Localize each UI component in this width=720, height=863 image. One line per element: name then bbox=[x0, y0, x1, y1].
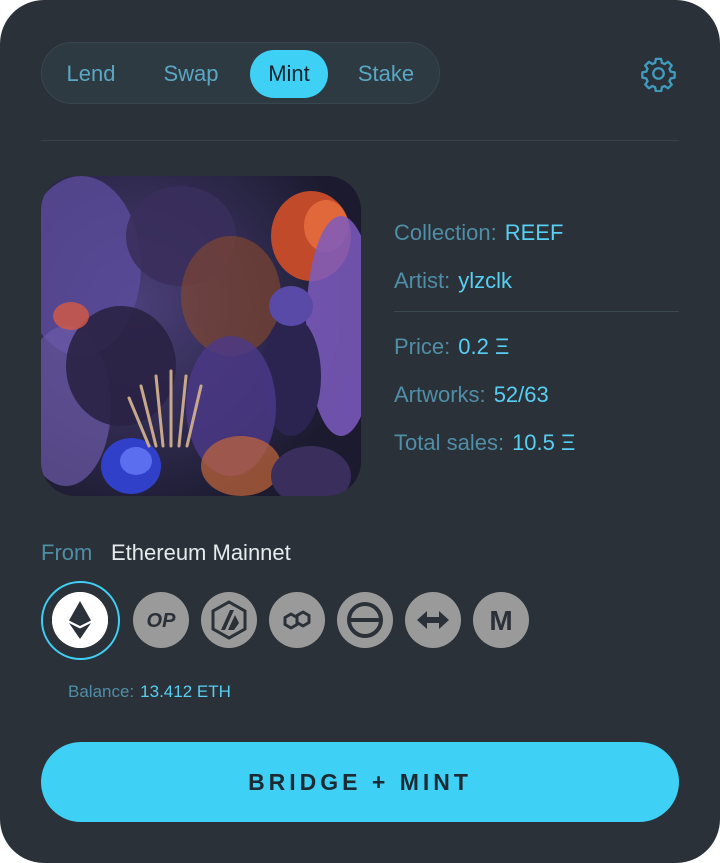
artist-value[interactable]: ylzclk bbox=[458, 268, 512, 293]
polygon-icon[interactable] bbox=[269, 592, 325, 648]
price-label: Price: bbox=[394, 334, 451, 359]
optimism-icon[interactable]: OP bbox=[133, 592, 189, 648]
optimism-label: OP bbox=[147, 610, 177, 632]
collection-label: Collection: bbox=[394, 220, 497, 245]
artist-label: Artist: bbox=[394, 268, 451, 293]
nft-artwork-image bbox=[41, 176, 361, 496]
artworks-value: 52/63 bbox=[493, 382, 549, 407]
total-sales-label: Total sales: bbox=[394, 430, 505, 455]
ethereum-icon[interactable] bbox=[52, 592, 108, 648]
artist-row: Artist: ylzclk bbox=[394, 268, 512, 294]
tab-mint[interactable]: Mint bbox=[250, 50, 328, 98]
arbitrum-icon[interactable] bbox=[201, 592, 257, 648]
balance-label: Balance: bbox=[68, 682, 135, 701]
tab-lend[interactable]: Lend bbox=[52, 50, 130, 98]
tab-stake[interactable]: Stake bbox=[346, 50, 426, 98]
artworks-row: Artworks: 52/63 bbox=[394, 382, 549, 408]
price-row: Price: 0.2 Ξ bbox=[394, 334, 509, 360]
artworks-label: Artworks: bbox=[394, 382, 486, 407]
total-sales-row: Total sales: 10.5 Ξ bbox=[394, 430, 575, 456]
tab-swap[interactable]: Swap bbox=[150, 50, 232, 98]
info-divider bbox=[394, 311, 679, 312]
from-network-name: Ethereum Mainnet bbox=[111, 540, 291, 565]
mint-card: Lend Swap Mint Stake Collection: REEF Ar… bbox=[0, 0, 720, 863]
zksync-icon[interactable] bbox=[337, 592, 393, 648]
bridge-mint-button[interactable]: BRIDGE + MINT bbox=[41, 742, 679, 822]
total-sales-value: 10.5 Ξ bbox=[512, 430, 576, 455]
moonbeam-icon[interactable]: M bbox=[473, 592, 529, 648]
collection-row: Collection: REEF bbox=[394, 220, 563, 246]
balance-value: 13.412 ETH bbox=[140, 682, 231, 701]
balance-row: Balance: 13.412 ETH bbox=[68, 682, 231, 702]
header-divider bbox=[41, 140, 679, 141]
bridge-arrows-icon[interactable] bbox=[405, 592, 461, 648]
moonbeam-label: M bbox=[489, 605, 512, 636]
from-label: From bbox=[41, 540, 93, 565]
collection-value: REEF bbox=[504, 220, 564, 245]
tab-bar: Lend Swap Mint Stake bbox=[41, 42, 440, 104]
gear-icon[interactable] bbox=[640, 55, 677, 92]
price-value: 0.2 Ξ bbox=[458, 334, 510, 359]
